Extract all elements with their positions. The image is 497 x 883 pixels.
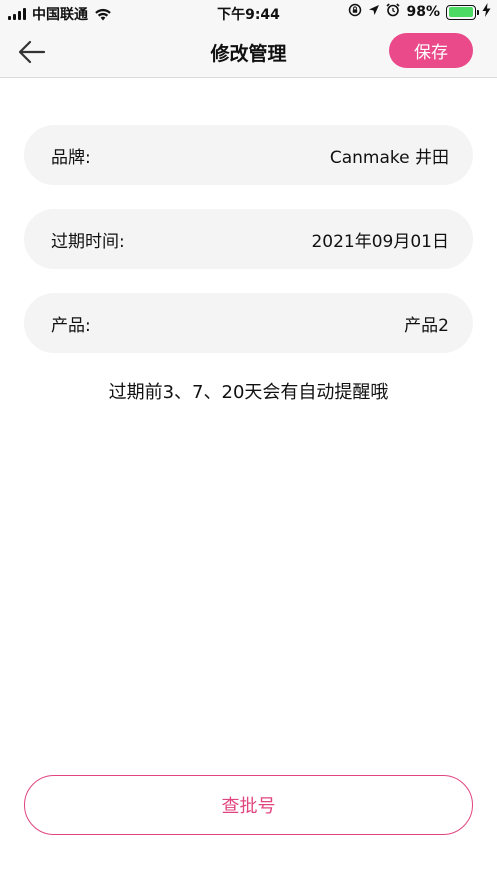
check-batch-button[interactable]: 查批号	[24, 775, 473, 835]
location-icon	[368, 4, 380, 20]
product-field[interactable]: 产品: 产品2	[24, 293, 473, 353]
product-value: 产品2	[404, 315, 449, 336]
expiry-date-field[interactable]: 过期时间: 2021年09月01日	[24, 209, 473, 269]
status-bar: 中国联通 下午9:44 98%	[0, 0, 497, 26]
alarm-icon	[386, 3, 401, 21]
expiry-date-label: 过期时间:	[51, 231, 125, 252]
expiry-date-value: 2021年09月01日	[311, 231, 449, 252]
charging-icon	[482, 3, 491, 21]
save-button[interactable]: 保存	[389, 33, 473, 68]
product-label: 产品:	[51, 315, 91, 336]
battery-percent: 98%	[406, 4, 440, 20]
reminder-notice: 过期前3、7、20天会有自动提醒哦	[108, 382, 389, 403]
brand-label: 品牌:	[51, 147, 91, 168]
battery-level	[448, 7, 473, 17]
battery-icon	[446, 4, 479, 20]
brand-value: Canmake 井田	[329, 147, 449, 168]
brand-field[interactable]: 品牌: Canmake 井田	[24, 125, 473, 185]
status-right: 98%	[348, 3, 491, 21]
nav-bar: 修改管理 保存	[0, 26, 497, 78]
orientation-lock-icon	[348, 3, 362, 21]
